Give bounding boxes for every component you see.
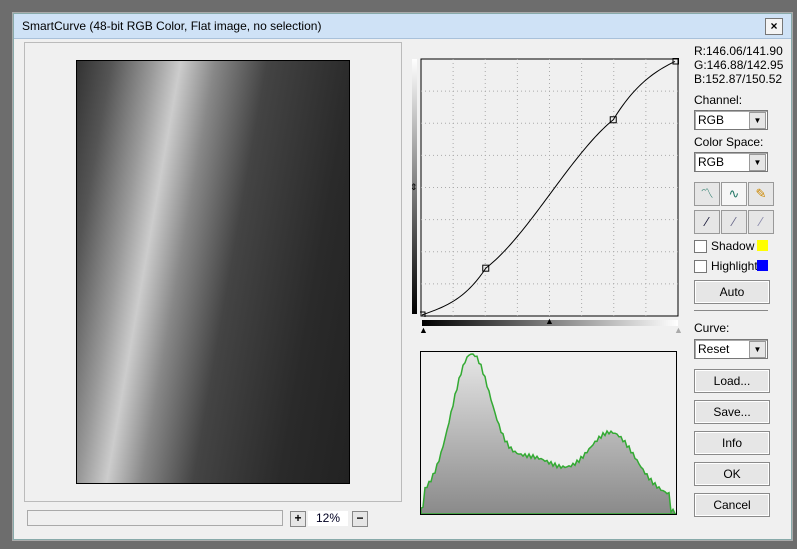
smartcurve-dialog: SmartCurve (48-bit RGB Color, Flat image… — [13, 13, 792, 540]
progress-bar — [27, 510, 283, 526]
curve-select[interactable]: Reset ▼ — [694, 339, 768, 359]
channel-value: RGB — [698, 113, 725, 127]
title-bar: SmartCurve (48-bit RGB Color, Flat image… — [14, 14, 791, 39]
info-button[interactable]: Info — [694, 431, 770, 455]
channel-label: Channel: — [694, 93, 743, 107]
preview-image[interactable] — [76, 60, 350, 484]
histogram-luminance — [421, 353, 676, 514]
white-eyedropper-icon[interactable]: ⁄ — [748, 210, 774, 234]
red-readout: R:146.06/141.90 — [694, 44, 783, 58]
zoom-level: 12% — [308, 511, 348, 526]
pencil-icon[interactable]: ✎ — [748, 182, 774, 206]
load-button[interactable]: Load... — [694, 369, 770, 393]
curve-label: Curve: — [694, 321, 730, 335]
blue-readout: B:152.87/150.52 — [694, 72, 783, 86]
shadow-checkbox[interactable] — [694, 240, 707, 253]
black-point-slider[interactable]: ▲ — [419, 325, 428, 335]
histogram — [420, 351, 677, 515]
rgb-readout: R:146.06/141.90 G:146.88/142.95 B:152.87… — [694, 44, 783, 86]
auto-button[interactable]: Auto — [694, 280, 770, 304]
gray-eyedropper-icon[interactable]: ⁄ — [721, 210, 747, 234]
line-curve-icon[interactable]: 〽 — [694, 182, 720, 206]
divider — [694, 310, 768, 311]
close-button[interactable]: × — [765, 18, 783, 35]
color-space-select[interactable]: RGB ▼ — [694, 152, 768, 172]
save-button[interactable]: Save... — [694, 400, 770, 424]
zoom-in-button[interactable]: + — [290, 511, 306, 527]
white-point-slider[interactable]: ▲ — [674, 325, 683, 335]
ok-button[interactable]: OK — [694, 462, 770, 486]
cancel-button[interactable]: Cancel — [694, 493, 770, 517]
green-readout: G:146.88/142.95 — [694, 58, 784, 72]
chevron-down-icon: ▼ — [749, 112, 766, 129]
shadow-label: Shadow — [711, 239, 755, 253]
window-title: SmartCurve (48-bit RGB Color, Flat image… — [22, 19, 322, 33]
curve-graph[interactable] — [420, 58, 679, 317]
color-space-label: Color Space: — [694, 135, 764, 149]
highlight-label: Highlight — [711, 259, 758, 273]
chevron-down-icon: ▼ — [749, 154, 766, 171]
shadow-color-swatch[interactable] — [757, 240, 768, 251]
preview-panel — [24, 42, 402, 502]
zoom-out-button[interactable]: − — [352, 511, 368, 527]
highlight-checkbox[interactable] — [694, 260, 707, 273]
highlight-color-swatch[interactable] — [757, 260, 768, 271]
color-space-value: RGB — [698, 155, 725, 169]
chevron-down-icon: ▼ — [749, 341, 766, 358]
output-slider-handle[interactable]: ⇕ — [410, 182, 418, 193]
midpoint-slider[interactable]: ▲ — [545, 316, 554, 326]
curve-value: Reset — [698, 342, 730, 356]
black-eyedropper-icon[interactable]: ⁄ — [694, 210, 720, 234]
channel-select[interactable]: RGB ▼ — [694, 110, 768, 130]
smooth-curve-icon[interactable]: ∿ — [721, 182, 747, 206]
